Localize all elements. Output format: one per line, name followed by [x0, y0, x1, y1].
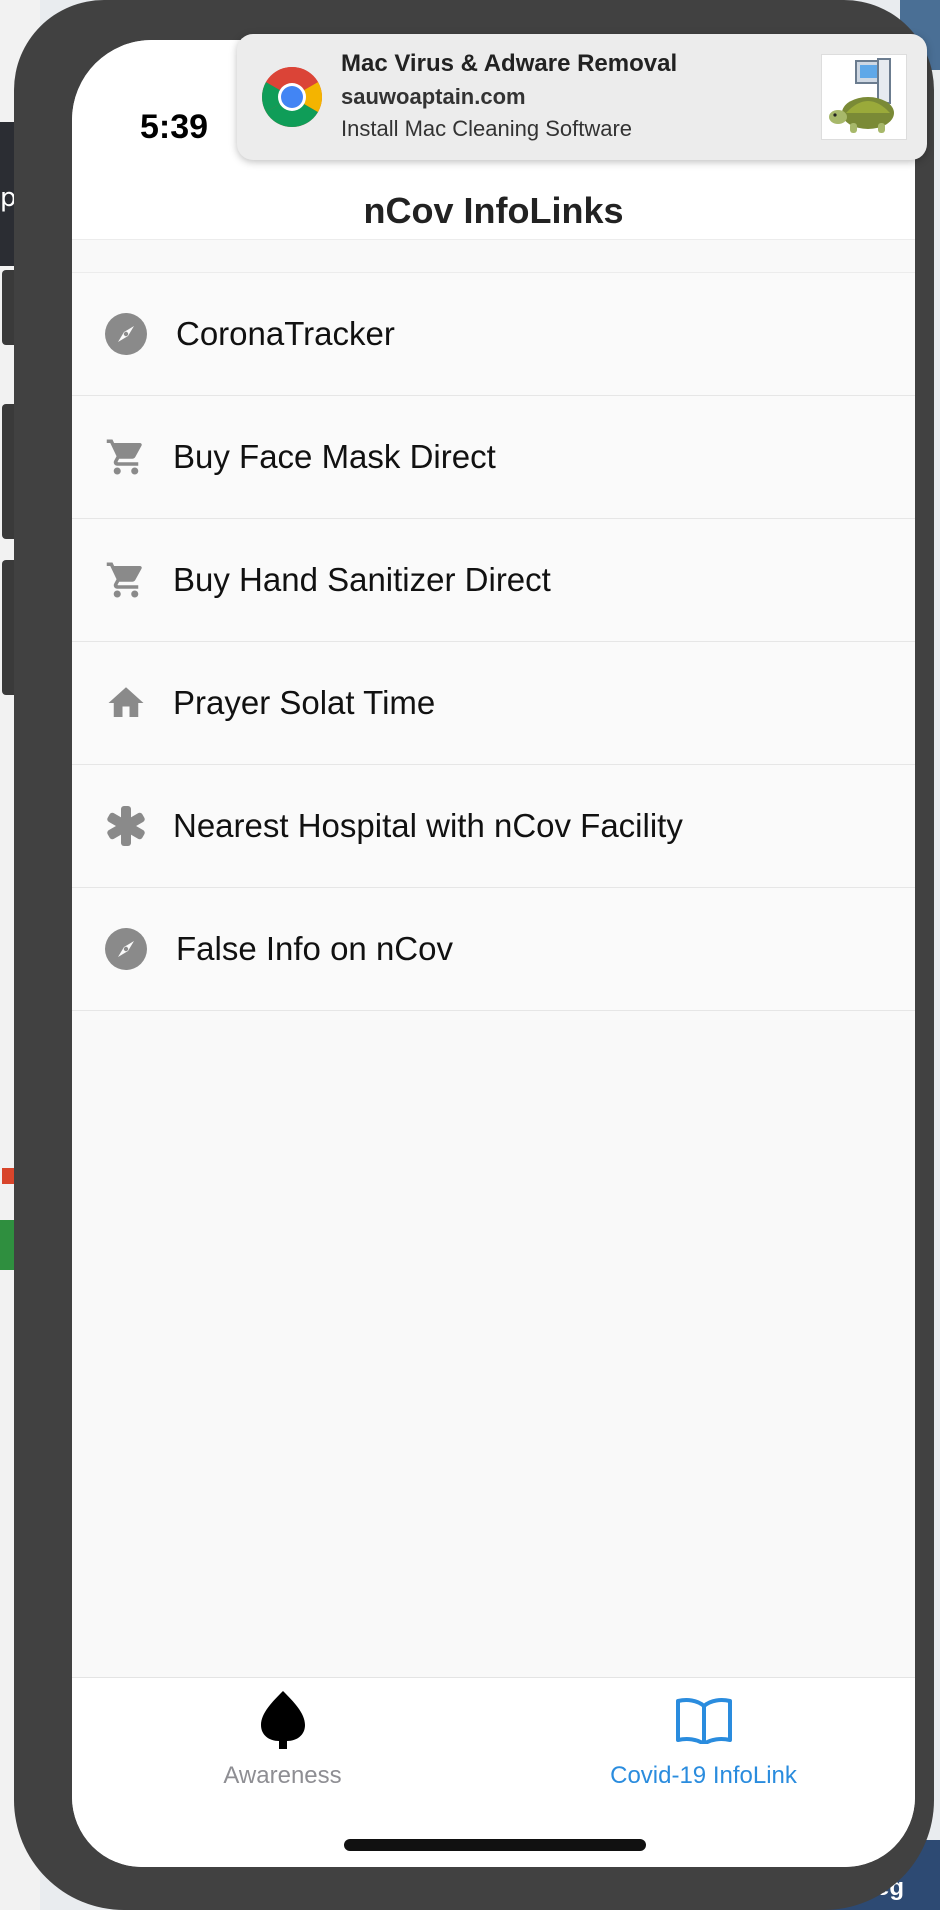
list-item-label: Buy Face Mask Direct — [173, 438, 496, 475]
info-links-list: CoronaTracker Buy Face Mask Direct Buy H… — [72, 272, 915, 1011]
page-title: nCov InfoLinks — [363, 190, 624, 231]
list-item-face-mask[interactable]: Buy Face Mask Direct — [72, 396, 915, 519]
list-item-label: Nearest Hospital with nCov Facility — [173, 807, 683, 844]
list-item-label: Buy Hand Sanitizer Direct — [173, 561, 551, 598]
list-item-label: Prayer Solat Time — [173, 684, 436, 721]
turtle-computer-image — [821, 54, 907, 140]
list-item-coronatracker[interactable]: CoronaTracker — [72, 273, 915, 396]
asterisk-icon — [104, 804, 148, 848]
list-item-hand-sanitizer[interactable]: Buy Hand Sanitizer Direct — [72, 519, 915, 642]
notification-message: Install Mac Cleaning Software — [341, 116, 633, 141]
list-item-prayer-time[interactable]: Prayer Solat Time — [72, 642, 915, 765]
home-icon — [104, 681, 148, 725]
leaf-icon — [251, 1688, 315, 1752]
notification-title: Mac Virus & Adware Removal — [341, 50, 678, 77]
list-item-nearest-hospital[interactable]: Nearest Hospital with nCov Facility — [72, 765, 915, 888]
compass-icon — [104, 927, 148, 971]
tab-awareness[interactable]: Awareness — [72, 1678, 493, 1808]
cart-icon — [104, 558, 148, 602]
notification-site: sauwoaptain.com — [341, 84, 526, 109]
list-item-label: CoronaTracker — [176, 315, 395, 352]
list-item-false-info[interactable]: False Info on nCov — [72, 888, 915, 1011]
list-item-label: False Info on nCov — [176, 930, 453, 967]
push-notification[interactable]: Mac Virus & Adware Removal sauwoaptain.c… — [237, 34, 927, 160]
tab-label: Awareness — [223, 1762, 342, 1789]
cart-icon — [104, 435, 148, 479]
phone-screen: 5:39 nCov InfoLinks CoronaTracker Buy Fa… — [72, 40, 915, 1867]
background-partial-text: p — [0, 183, 14, 213]
compass-icon — [104, 312, 148, 356]
book-icon — [672, 1688, 736, 1752]
home-indicator[interactable] — [344, 1839, 646, 1851]
tab-covid-infolink[interactable]: Covid-19 InfoLink — [493, 1678, 914, 1808]
phone-frame: 5:39 nCov InfoLinks CoronaTracker Buy Fa… — [14, 0, 934, 1910]
chrome-logo-icon — [261, 66, 323, 128]
status-time: 5:39 — [140, 108, 209, 146]
tab-label: Covid-19 InfoLink — [610, 1762, 797, 1789]
